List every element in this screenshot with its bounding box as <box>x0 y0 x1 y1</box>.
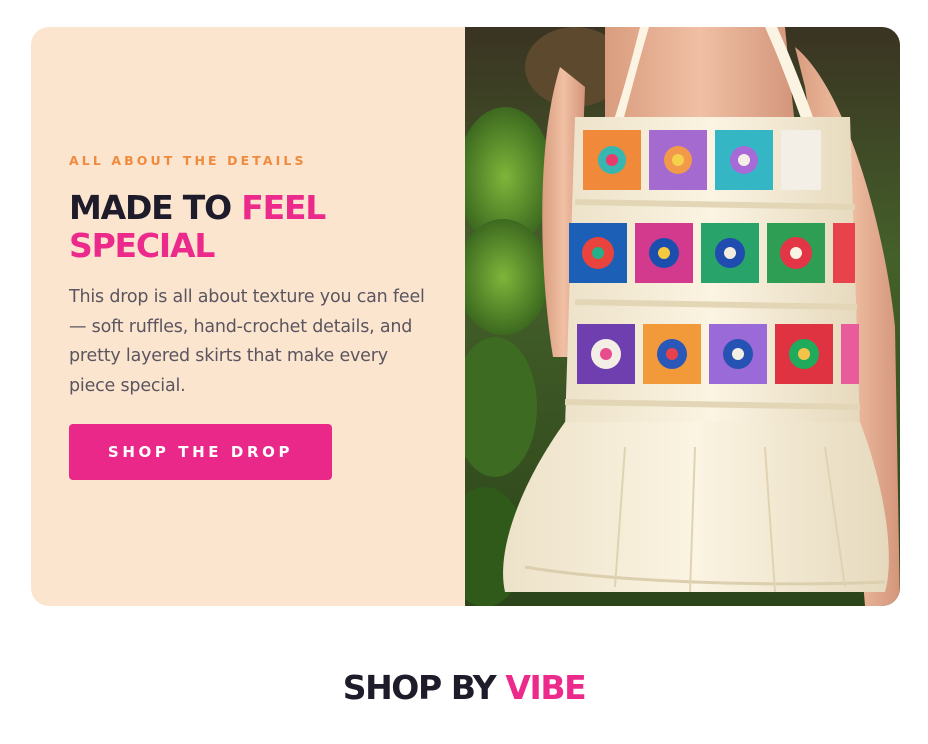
hero-text-panel: ALL ABOUT THE DETAILS MADE TO FEEL SPECI… <box>69 27 439 606</box>
granny-squares-row-3 <box>577 324 859 384</box>
granny-squares-row-2 <box>569 223 855 283</box>
shop-by-vibe-heading: SHOP BY VIBE <box>0 668 928 707</box>
crochet-top-photo-icon <box>465 27 900 606</box>
granny-squares-row-1 <box>583 130 821 190</box>
hero-headline-main: MADE TO <box>69 188 242 227</box>
hero-banner: ALL ABOUT THE DETAILS MADE TO FEEL SPECI… <box>31 27 900 606</box>
hero-photo <box>465 27 900 606</box>
hero-body-copy: This drop is all about texture you can f… <box>69 287 425 396</box>
hero-eyebrow: ALL ABOUT THE DETAILS <box>69 153 307 168</box>
shop-the-drop-button[interactable]: SHOP THE DROP <box>69 424 332 480</box>
hero-headline: MADE TO FEEL SPECIAL <box>69 189 389 265</box>
section-title-main: SHOP BY <box>342 668 506 707</box>
section-title-accent: VIBE <box>505 668 586 707</box>
